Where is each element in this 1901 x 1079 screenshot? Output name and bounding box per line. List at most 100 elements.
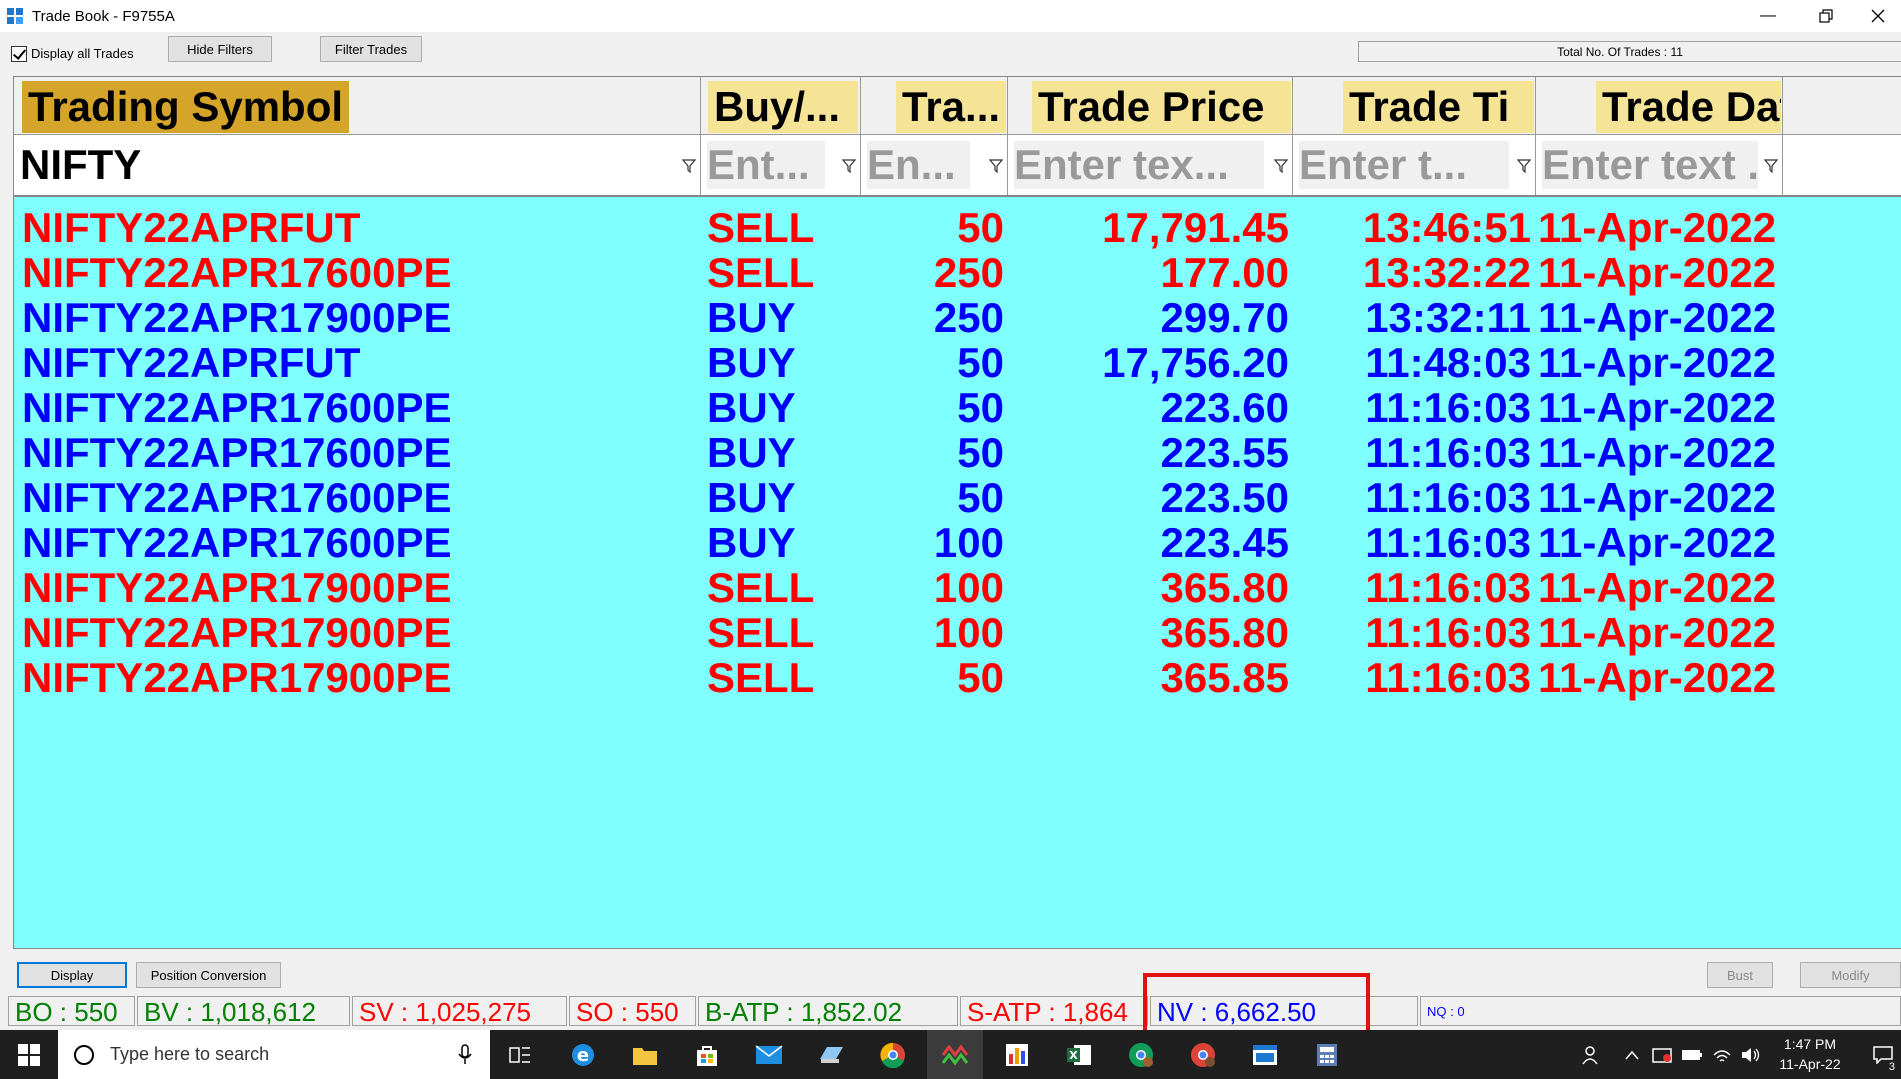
- display-all-trades-checkbox[interactable]: [11, 46, 27, 62]
- mail-icon[interactable]: [741, 1030, 797, 1079]
- filter-cell-buy-sell[interactable]: Ent...: [701, 135, 861, 195]
- cell-price: 17,756.20: [1102, 339, 1289, 386]
- chevron-up-icon[interactable]: [1618, 1030, 1646, 1079]
- bust-button[interactable]: Bust: [1707, 962, 1773, 988]
- cell-side: SELL: [707, 204, 815, 251]
- cell-qty: 50: [957, 474, 1004, 521]
- maximize-button[interactable]: [1803, 0, 1849, 32]
- display-button[interactable]: Display: [17, 962, 127, 988]
- status-net-qty: NQ : 0: [1420, 996, 1901, 1026]
- table-row[interactable]: NIFTY22APRFUT SELL 50 17,791.45 13:46:51 11-A…: [14, 205, 1901, 250]
- cell-symbol: NIFTY22APR17900PE: [22, 294, 452, 341]
- filter-trades-button[interactable]: Filter Trades: [320, 36, 422, 62]
- column-header-trade-price[interactable]: Trade Price: [1008, 77, 1293, 135]
- table-row[interactable]: NIFTY22APR17900PE SELL 100 365.80 11:16:03 11…: [14, 565, 1901, 610]
- cell-time: 11:16:03: [1365, 384, 1531, 431]
- chrome-profile-icon[interactable]: [1113, 1030, 1169, 1079]
- cell-symbol: NIFTY22APR17600PE: [22, 519, 452, 566]
- cell-qty: 50: [957, 654, 1004, 701]
- table-row[interactable]: NIFTY22APR17900PE SELL 100 365.80 11:16:03 11…: [14, 610, 1901, 655]
- file-explorer-icon[interactable]: [617, 1030, 673, 1079]
- minimize-button[interactable]: —: [1745, 0, 1791, 32]
- column-header-trade-time[interactable]: Trade Ti: [1293, 77, 1536, 135]
- cell-time: 13:32:11: [1365, 294, 1531, 341]
- filter-funnel-icon[interactable]: [682, 159, 696, 173]
- filter-funnel-icon[interactable]: [1517, 159, 1531, 173]
- filter-input-trade-date[interactable]: Enter text ...: [1542, 141, 1758, 189]
- notification-center[interactable]: 3: [1864, 1030, 1901, 1079]
- filter-cell-trade-price[interactable]: Enter tex...: [1008, 135, 1293, 195]
- table-row[interactable]: NIFTY22APR17600PE BUY 50 223.50 11:16:03 11-A…: [14, 475, 1901, 520]
- table-row[interactable]: NIFTY22APR17600PE BUY 100 223.45 11:16:03 11-…: [14, 520, 1901, 565]
- column-header-trade-date[interactable]: Trade Date: [1536, 77, 1783, 135]
- cell-symbol: NIFTY22APR17600PE: [22, 249, 452, 296]
- table-row[interactable]: NIFTY22APR17600PE BUY 50 223.60 11:16:03 11-A…: [14, 385, 1901, 430]
- filter-funnel-icon[interactable]: [1274, 159, 1288, 173]
- filter-cell-trading-symbol[interactable]: NIFTY: [14, 135, 701, 195]
- table-row[interactable]: NIFTY22APR17900PE BUY 250 299.70 13:32:11 11-…: [14, 295, 1901, 340]
- modify-button[interactable]: Modify: [1800, 962, 1901, 988]
- cell-qty: 100: [933, 564, 1004, 611]
- cell-time: 13:46:51: [1362, 204, 1531, 251]
- trading-app-icon[interactable]: [927, 1030, 983, 1079]
- total-trades-count: Total No. Of Trades : 11: [1358, 41, 1901, 62]
- filter-funnel-icon[interactable]: [842, 159, 856, 173]
- table-row[interactable]: NIFTY22APRFUT BUY 50 17,756.20 11:48:03 11-Ap…: [14, 340, 1901, 385]
- cell-symbol: NIFTY22APRFUT: [22, 339, 361, 386]
- cell-time: 11:48:03: [1365, 339, 1531, 386]
- filter-cell-trade-qty[interactable]: En...: [861, 135, 1008, 195]
- edge-icon[interactable]: e: [555, 1030, 611, 1079]
- filter-funnel-icon[interactable]: [1764, 159, 1778, 173]
- cell-qty: 50: [957, 429, 1004, 476]
- filter-input-trading-symbol[interactable]: NIFTY: [20, 141, 160, 189]
- filter-funnel-icon[interactable]: [989, 159, 1003, 173]
- filter-input-trade-qty[interactable]: En...: [867, 141, 970, 189]
- windows-icon: [18, 1043, 40, 1066]
- chrome-profile-b-icon[interactable]: [1175, 1030, 1231, 1079]
- people-icon[interactable]: [1575, 1030, 1609, 1079]
- close-button[interactable]: [1855, 0, 1901, 32]
- trade-grid[interactable]: Trading Symbol Buy/... Tra... Trade Pric…: [13, 76, 1901, 949]
- filter-cell-trade-date[interactable]: Enter text ...: [1536, 135, 1783, 195]
- restore-icon: [1819, 9, 1833, 23]
- cell-qty: 100: [933, 609, 1004, 656]
- column-header-trade-qty[interactable]: Tra...: [861, 77, 1008, 135]
- taskbar-clock[interactable]: 1:47 PM 11-Apr-22: [1760, 1034, 1860, 1074]
- column-label: Tra...: [896, 81, 1006, 133]
- microphone-icon[interactable]: [458, 1043, 472, 1066]
- window-title: Trade Book - F9755A: [32, 7, 175, 25]
- grid-header: Trading Symbol Buy/... Tra... Trade Pric…: [14, 77, 1901, 135]
- excel-icon[interactable]: X: [1051, 1030, 1107, 1079]
- cell-qty: 50: [957, 339, 1004, 386]
- calculator-icon[interactable]: [1299, 1030, 1355, 1079]
- window-app-icon[interactable]: [1237, 1030, 1293, 1079]
- chart-app-icon[interactable]: [989, 1030, 1045, 1079]
- task-view-icon[interactable]: [492, 1030, 548, 1079]
- filter-input-trade-price[interactable]: Enter tex...: [1014, 141, 1264, 189]
- security-icon[interactable]: [1648, 1030, 1676, 1079]
- start-button[interactable]: [0, 1030, 58, 1079]
- cell-symbol: NIFTY22APR17900PE: [22, 564, 452, 611]
- column-header-buy-sell[interactable]: Buy/...: [701, 77, 861, 135]
- cell-symbol: NIFTY22APR17900PE: [22, 609, 452, 656]
- filter-input-trade-time[interactable]: Enter t...: [1299, 141, 1509, 189]
- table-row[interactable]: NIFTY22APR17900PE SELL 50 365.85 11:16:03 11-…: [14, 655, 1901, 700]
- store-icon[interactable]: [679, 1030, 735, 1079]
- status-buy-atp: B-ATP : 1,852.02: [698, 996, 958, 1026]
- filter-input-buy-sell[interactable]: Ent...: [707, 141, 825, 189]
- filter-cell-trade-time[interactable]: Enter t...: [1293, 135, 1536, 195]
- chrome-icon[interactable]: [865, 1030, 921, 1079]
- table-row[interactable]: NIFTY22APR17600PE BUY 50 223.55 11:16:03 11-A…: [14, 430, 1901, 475]
- cell-date: 11-Apr-2022: [1538, 519, 1777, 566]
- cell-price: 17,791.45: [1102, 204, 1289, 251]
- position-conversion-button[interactable]: Position Conversion: [136, 962, 281, 988]
- wifi-icon[interactable]: [1708, 1030, 1736, 1079]
- remote-desktop-icon[interactable]: [803, 1030, 859, 1079]
- taskbar-search[interactable]: Type here to search: [58, 1030, 490, 1079]
- cell-date: 11-Apr-2022: [1538, 609, 1777, 656]
- hide-filters-button[interactable]: Hide Filters: [168, 36, 272, 62]
- table-row[interactable]: NIFTY22APR17600PE SELL 250 177.00 13:32:22 11…: [14, 250, 1901, 295]
- column-header-trading-symbol[interactable]: Trading Symbol: [14, 77, 701, 135]
- battery-icon[interactable]: [1678, 1030, 1706, 1079]
- cell-side: SELL: [707, 609, 815, 656]
